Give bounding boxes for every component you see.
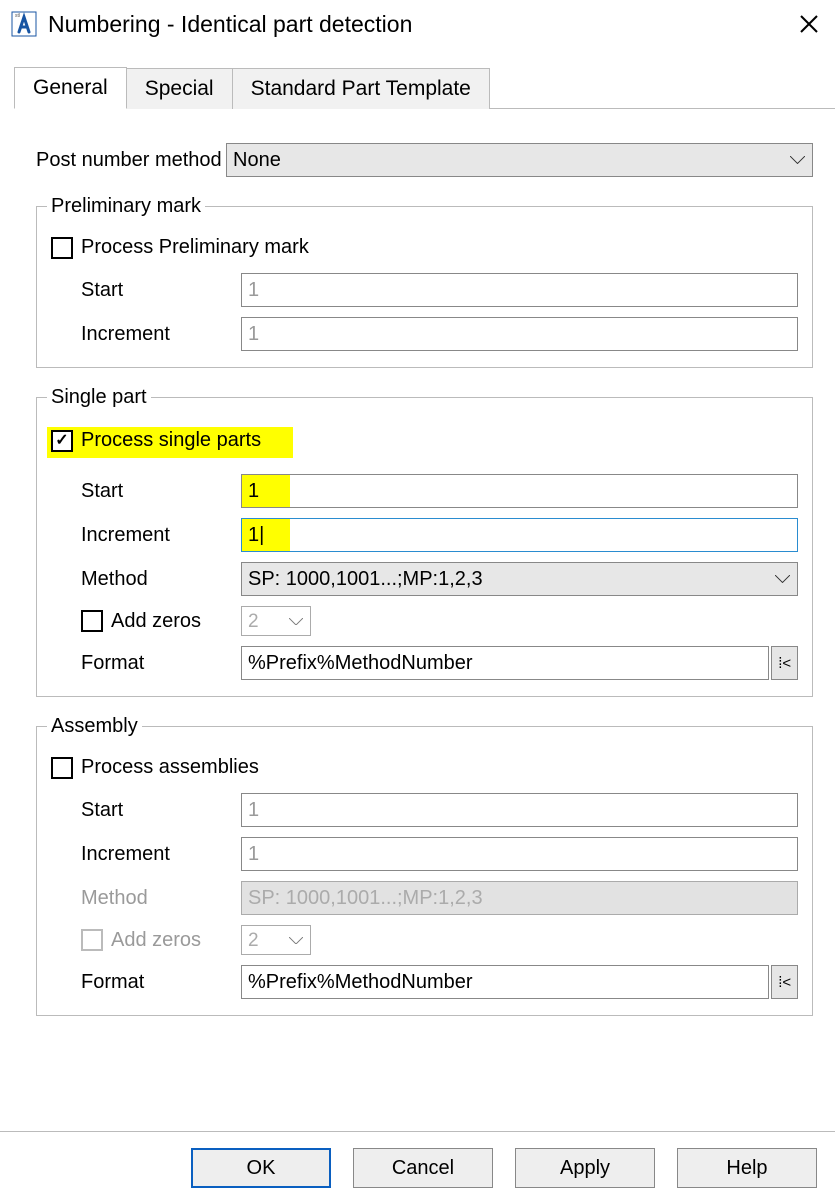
process-preliminary-row[interactable]: Process Preliminary mark: [51, 236, 798, 259]
assembly-start-input: [241, 793, 798, 827]
ok-button[interactable]: OK: [191, 1148, 331, 1188]
process-assembly-label: Process assemblies: [81, 756, 259, 779]
post-number-method-row: Post number method None: [36, 143, 813, 177]
single-zeros-select: 2: [241, 606, 311, 636]
cancel-button[interactable]: Cancel: [353, 1148, 493, 1188]
process-single-row[interactable]: Process single parts: [51, 427, 798, 458]
post-number-method-label: Post number method: [36, 149, 226, 172]
assembly-method-label: Method: [51, 887, 241, 910]
assembly-add-zeros-label: Add zeros: [111, 929, 201, 952]
tab-general[interactable]: General: [14, 67, 127, 109]
picker-icon: ⁞<: [778, 974, 791, 991]
single-part-group: Single part Process single parts Start 1…: [36, 386, 813, 697]
button-bar: OK Cancel Apply Help: [0, 1131, 835, 1188]
single-add-zeros-label: Add zeros: [111, 610, 201, 633]
close-button[interactable]: [787, 2, 831, 46]
window-title: Numbering - Identical part detection: [46, 11, 787, 38]
post-number-method-select[interactable]: None: [226, 143, 813, 177]
single-method-select[interactable]: SP: 1000,1001...;MP:1,2,3: [241, 562, 798, 596]
process-preliminary-label: Process Preliminary mark: [81, 236, 309, 259]
assembly-legend: Assembly: [47, 715, 142, 738]
preliminary-increment-input: [241, 317, 798, 351]
svg-text:stl: stl: [15, 13, 20, 19]
assembly-format-picker-button[interactable]: ⁞<: [771, 965, 798, 999]
apply-button[interactable]: Apply: [515, 1148, 655, 1188]
titlebar: stl Numbering - Identical part detection: [0, 0, 835, 48]
assembly-zeros-select: 2: [241, 925, 311, 955]
process-single-checkbox[interactable]: [51, 430, 73, 452]
preliminary-mark-group: Preliminary mark Process Preliminary mar…: [36, 195, 813, 368]
process-assembly-row[interactable]: Process assemblies: [51, 756, 798, 779]
single-add-zeros-checkbox[interactable]: [81, 610, 103, 632]
process-assembly-checkbox[interactable]: [51, 757, 73, 779]
assembly-increment-input: [241, 837, 798, 871]
single-method-label: Method: [51, 568, 241, 591]
assembly-start-label: Start: [51, 799, 241, 822]
single-start-input[interactable]: [241, 474, 798, 508]
preliminary-increment-label: Increment: [51, 323, 241, 346]
assembly-format-input[interactable]: [241, 965, 769, 999]
form-area: Post number method None Preliminary mark…: [0, 109, 835, 1016]
single-increment-value: 1|: [242, 519, 290, 551]
single-start-value: 1: [242, 475, 290, 507]
process-single-label: Process single parts: [81, 429, 261, 452]
single-start-label: Start: [51, 480, 241, 503]
process-preliminary-checkbox[interactable]: [51, 237, 73, 259]
tab-row: General Special Standard Part Template: [14, 66, 835, 109]
single-increment-label: Increment: [51, 524, 241, 547]
tab-standard-part-template[interactable]: Standard Part Template: [232, 68, 490, 109]
close-icon: [799, 14, 819, 34]
tab-special[interactable]: Special: [126, 68, 233, 109]
app-icon: stl: [10, 10, 38, 38]
single-increment-input[interactable]: [241, 518, 798, 552]
preliminary-start-input: [241, 273, 798, 307]
single-format-input[interactable]: [241, 646, 769, 680]
assembly-method-select: SP: 1000,1001...;MP:1,2,3: [241, 881, 798, 915]
assembly-add-zeros-checkbox: [81, 929, 103, 951]
preliminary-start-label: Start: [51, 279, 241, 302]
picker-icon: ⁞<: [778, 655, 791, 672]
assembly-format-label: Format: [51, 971, 241, 994]
single-part-legend: Single part: [47, 386, 151, 409]
assembly-group: Assembly Process assemblies Start Increm…: [36, 715, 813, 1016]
single-format-label: Format: [51, 652, 241, 675]
help-button[interactable]: Help: [677, 1148, 817, 1188]
preliminary-mark-legend: Preliminary mark: [47, 195, 205, 218]
single-format-picker-button[interactable]: ⁞<: [771, 646, 798, 680]
assembly-increment-label: Increment: [51, 843, 241, 866]
